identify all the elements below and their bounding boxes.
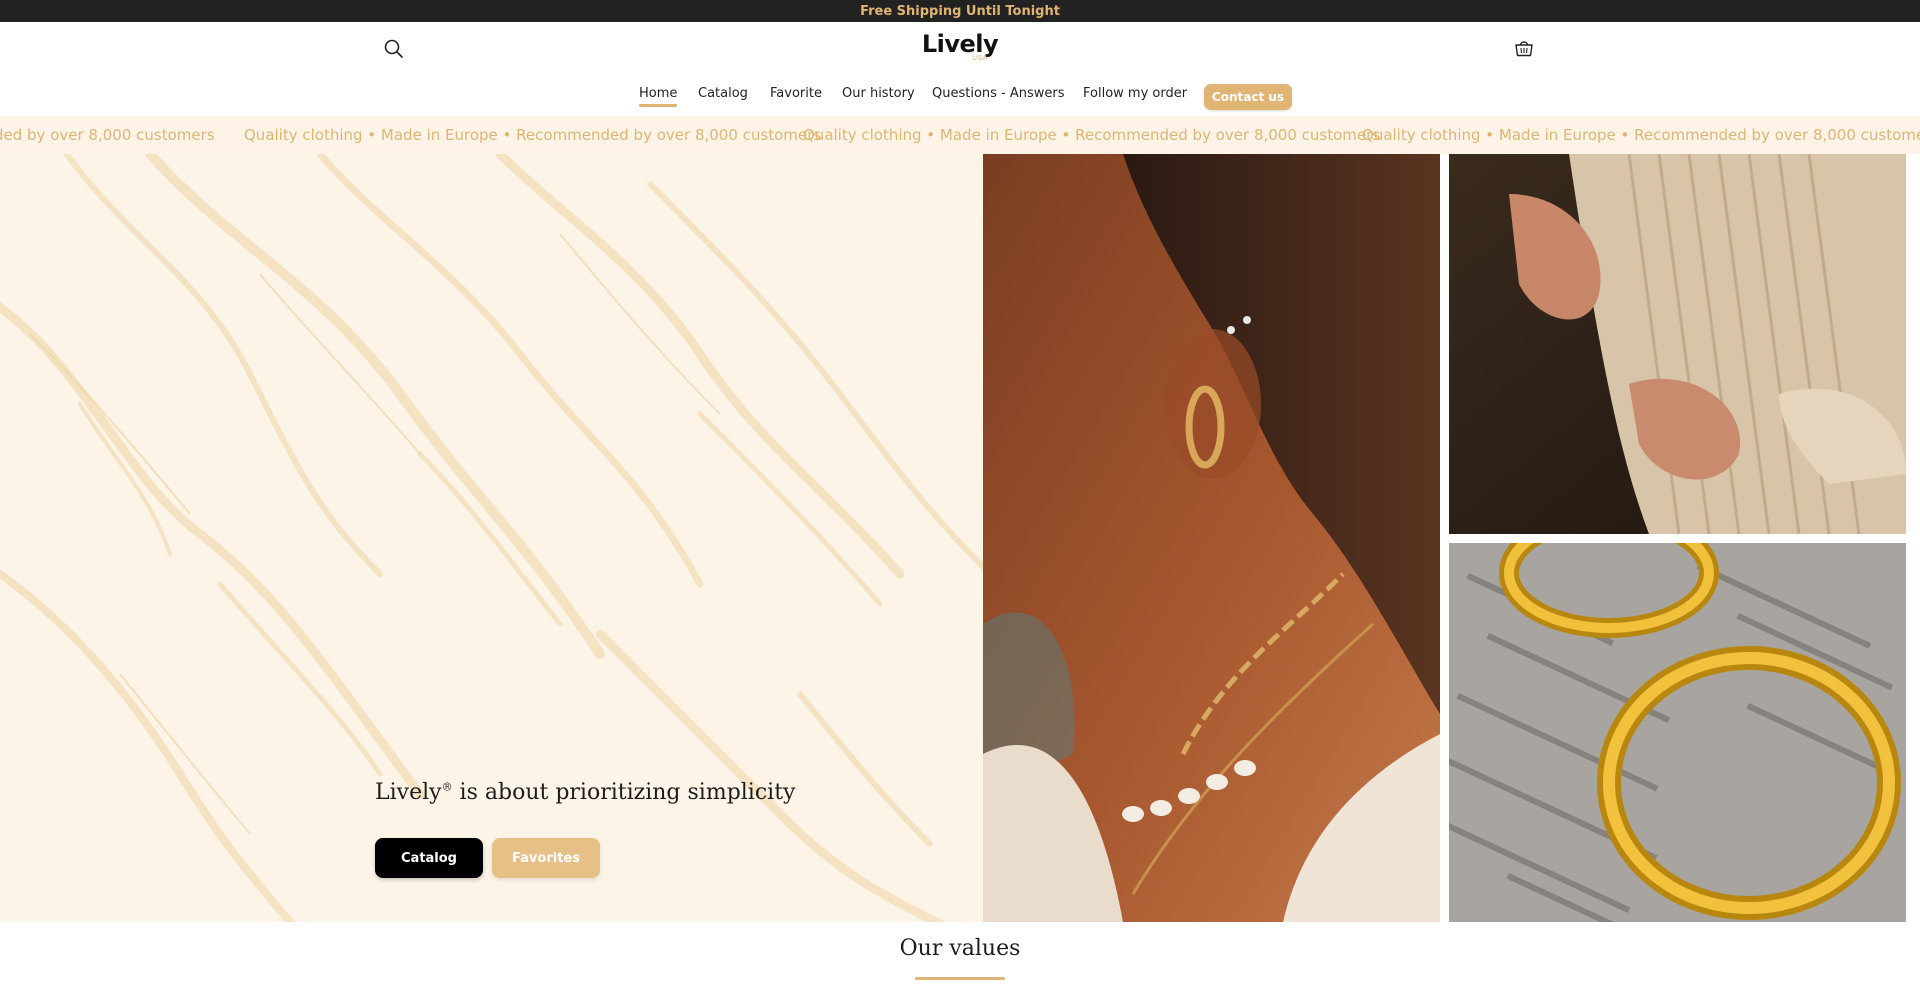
announcement-bar: Free Shipping Until Tonight [0, 0, 1920, 22]
hero-image-earring-necklace [983, 154, 1440, 922]
nav-item-catalog[interactable]: Catalog [698, 86, 748, 101]
marble-background [0, 154, 983, 922]
ticker-bar: ded by over 8,000 customers Quality clot… [0, 116, 1920, 154]
nav-item-our-history[interactable]: Our history [842, 86, 915, 101]
hero-favorites-button[interactable]: Favorites [492, 838, 600, 878]
hero-title-mark: ® [441, 780, 453, 794]
nav-item-follow-my-order[interactable]: Follow my order [1083, 86, 1187, 101]
main-nav: Home Catalog Favorite Our history Questi… [0, 82, 1920, 110]
search-icon [384, 39, 403, 58]
contact-us-button[interactable]: Contact us [1204, 84, 1292, 110]
nav-item-home[interactable]: Home [639, 86, 678, 107]
hero-image-gold-hoops [1449, 543, 1906, 922]
hero-title-brand: Lively [375, 780, 442, 805]
cart-icon [1515, 41, 1533, 57]
hero-section: Lively® is about prioritizing simplicity… [0, 154, 983, 922]
hero-title-rest: is about prioritizing simplicity [452, 780, 796, 805]
nav-item-questions-answers[interactable]: Questions - Answers [932, 86, 1065, 101]
ticker-item: Quality clothing • Made in Europe • Reco… [803, 126, 1381, 144]
hero-title: Lively® is about prioritizing simplicity [375, 780, 795, 805]
nav-item-favorite[interactable]: Favorite [770, 86, 822, 101]
site-header: Lively USA Home Catalog Favorite Our his… [0, 22, 1920, 116]
ticker-item: ded by over 8,000 customers [0, 126, 215, 144]
values-title: Our values [899, 936, 1021, 961]
cart-button[interactable] [1513, 37, 1535, 59]
ticker-item: Quality clothing • Made in Europe • Reco… [1362, 126, 1920, 144]
logo-text: Lively [921, 30, 999, 58]
announcement-text: Free Shipping Until Tonight [860, 3, 1060, 19]
ticker-item: Quality clothing • Made in Europe • Reco… [244, 126, 822, 144]
values-underline [915, 977, 1005, 980]
site-logo[interactable]: Lively USA [910, 30, 1010, 62]
search-button[interactable] [382, 37, 406, 61]
hero-catalog-button[interactable]: Catalog [375, 838, 483, 878]
hero-image-sweater-hands [1449, 154, 1906, 534]
logo-subtext: USA [972, 54, 988, 62]
